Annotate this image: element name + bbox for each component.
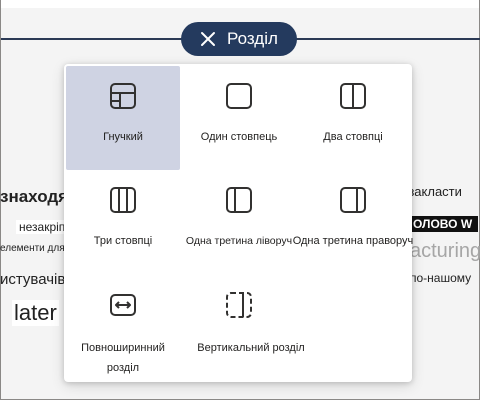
bg-text-users: истувачів t	[0, 271, 74, 288]
bg-text-later: later	[12, 300, 59, 326]
vertical-section-icon	[226, 292, 252, 318]
three-columns-icon	[110, 187, 136, 213]
bg-text-right-1: )закласти	[404, 184, 462, 199]
layout-option-one-third-left[interactable]: Одна третина ліворуч	[182, 172, 296, 276]
layout-option-vertical-section[interactable]: Вертикальний розділ	[182, 278, 320, 380]
layout-label-full-width-line1: Повноширинний	[81, 342, 165, 354]
layout-label-one-third-right: Одна третина праворуч	[292, 235, 414, 247]
close-icon	[201, 32, 215, 46]
bg-text-elements: елементи для	[0, 243, 65, 254]
two-columns-icon	[340, 83, 366, 109]
full-width-icon	[110, 294, 136, 316]
bg-text-right-2: ОЛОВО W	[411, 216, 479, 232]
section-button-label: Розділ	[227, 29, 278, 48]
layout-label-vertical-section: Вертикальний розділ	[197, 342, 305, 354]
layout-label-full-width-line2: розділ	[106, 362, 140, 374]
layout-option-two-columns[interactable]: Два стовпці	[296, 66, 410, 170]
layout-label-two-columns: Два стовпці	[323, 131, 383, 143]
section-close-button[interactable]: Розділ	[181, 22, 297, 56]
one-third-left-icon	[226, 187, 252, 213]
layout-picker-panel: Гнучкий Один стовпець Два стовпці Три ст…	[64, 64, 413, 382]
layout-label-flexible: Гнучкий	[103, 131, 143, 143]
layout-option-one-third-right[interactable]: Одна третина праворуч	[293, 172, 413, 276]
flexible-layout-icon	[110, 83, 136, 109]
layout-option-one-column[interactable]: Один стовпець	[182, 66, 296, 170]
bg-text-right-4: по-нашому	[410, 271, 472, 285]
layout-option-full-width[interactable]: Повноширинний розділ	[66, 278, 180, 380]
layout-option-flexible[interactable]: Гнучкий	[66, 66, 180, 170]
layout-option-three-columns[interactable]: Три стовпці	[66, 172, 180, 276]
layout-label-one-third-left: Одна третина ліворуч	[185, 235, 293, 247]
layout-label-one-column: Один стовпець	[200, 131, 278, 143]
bg-text-right-3: acturing	[410, 240, 480, 262]
one-third-right-icon	[340, 187, 366, 213]
one-column-icon	[226, 83, 252, 109]
layout-label-three-columns: Три стовпці	[93, 235, 153, 247]
